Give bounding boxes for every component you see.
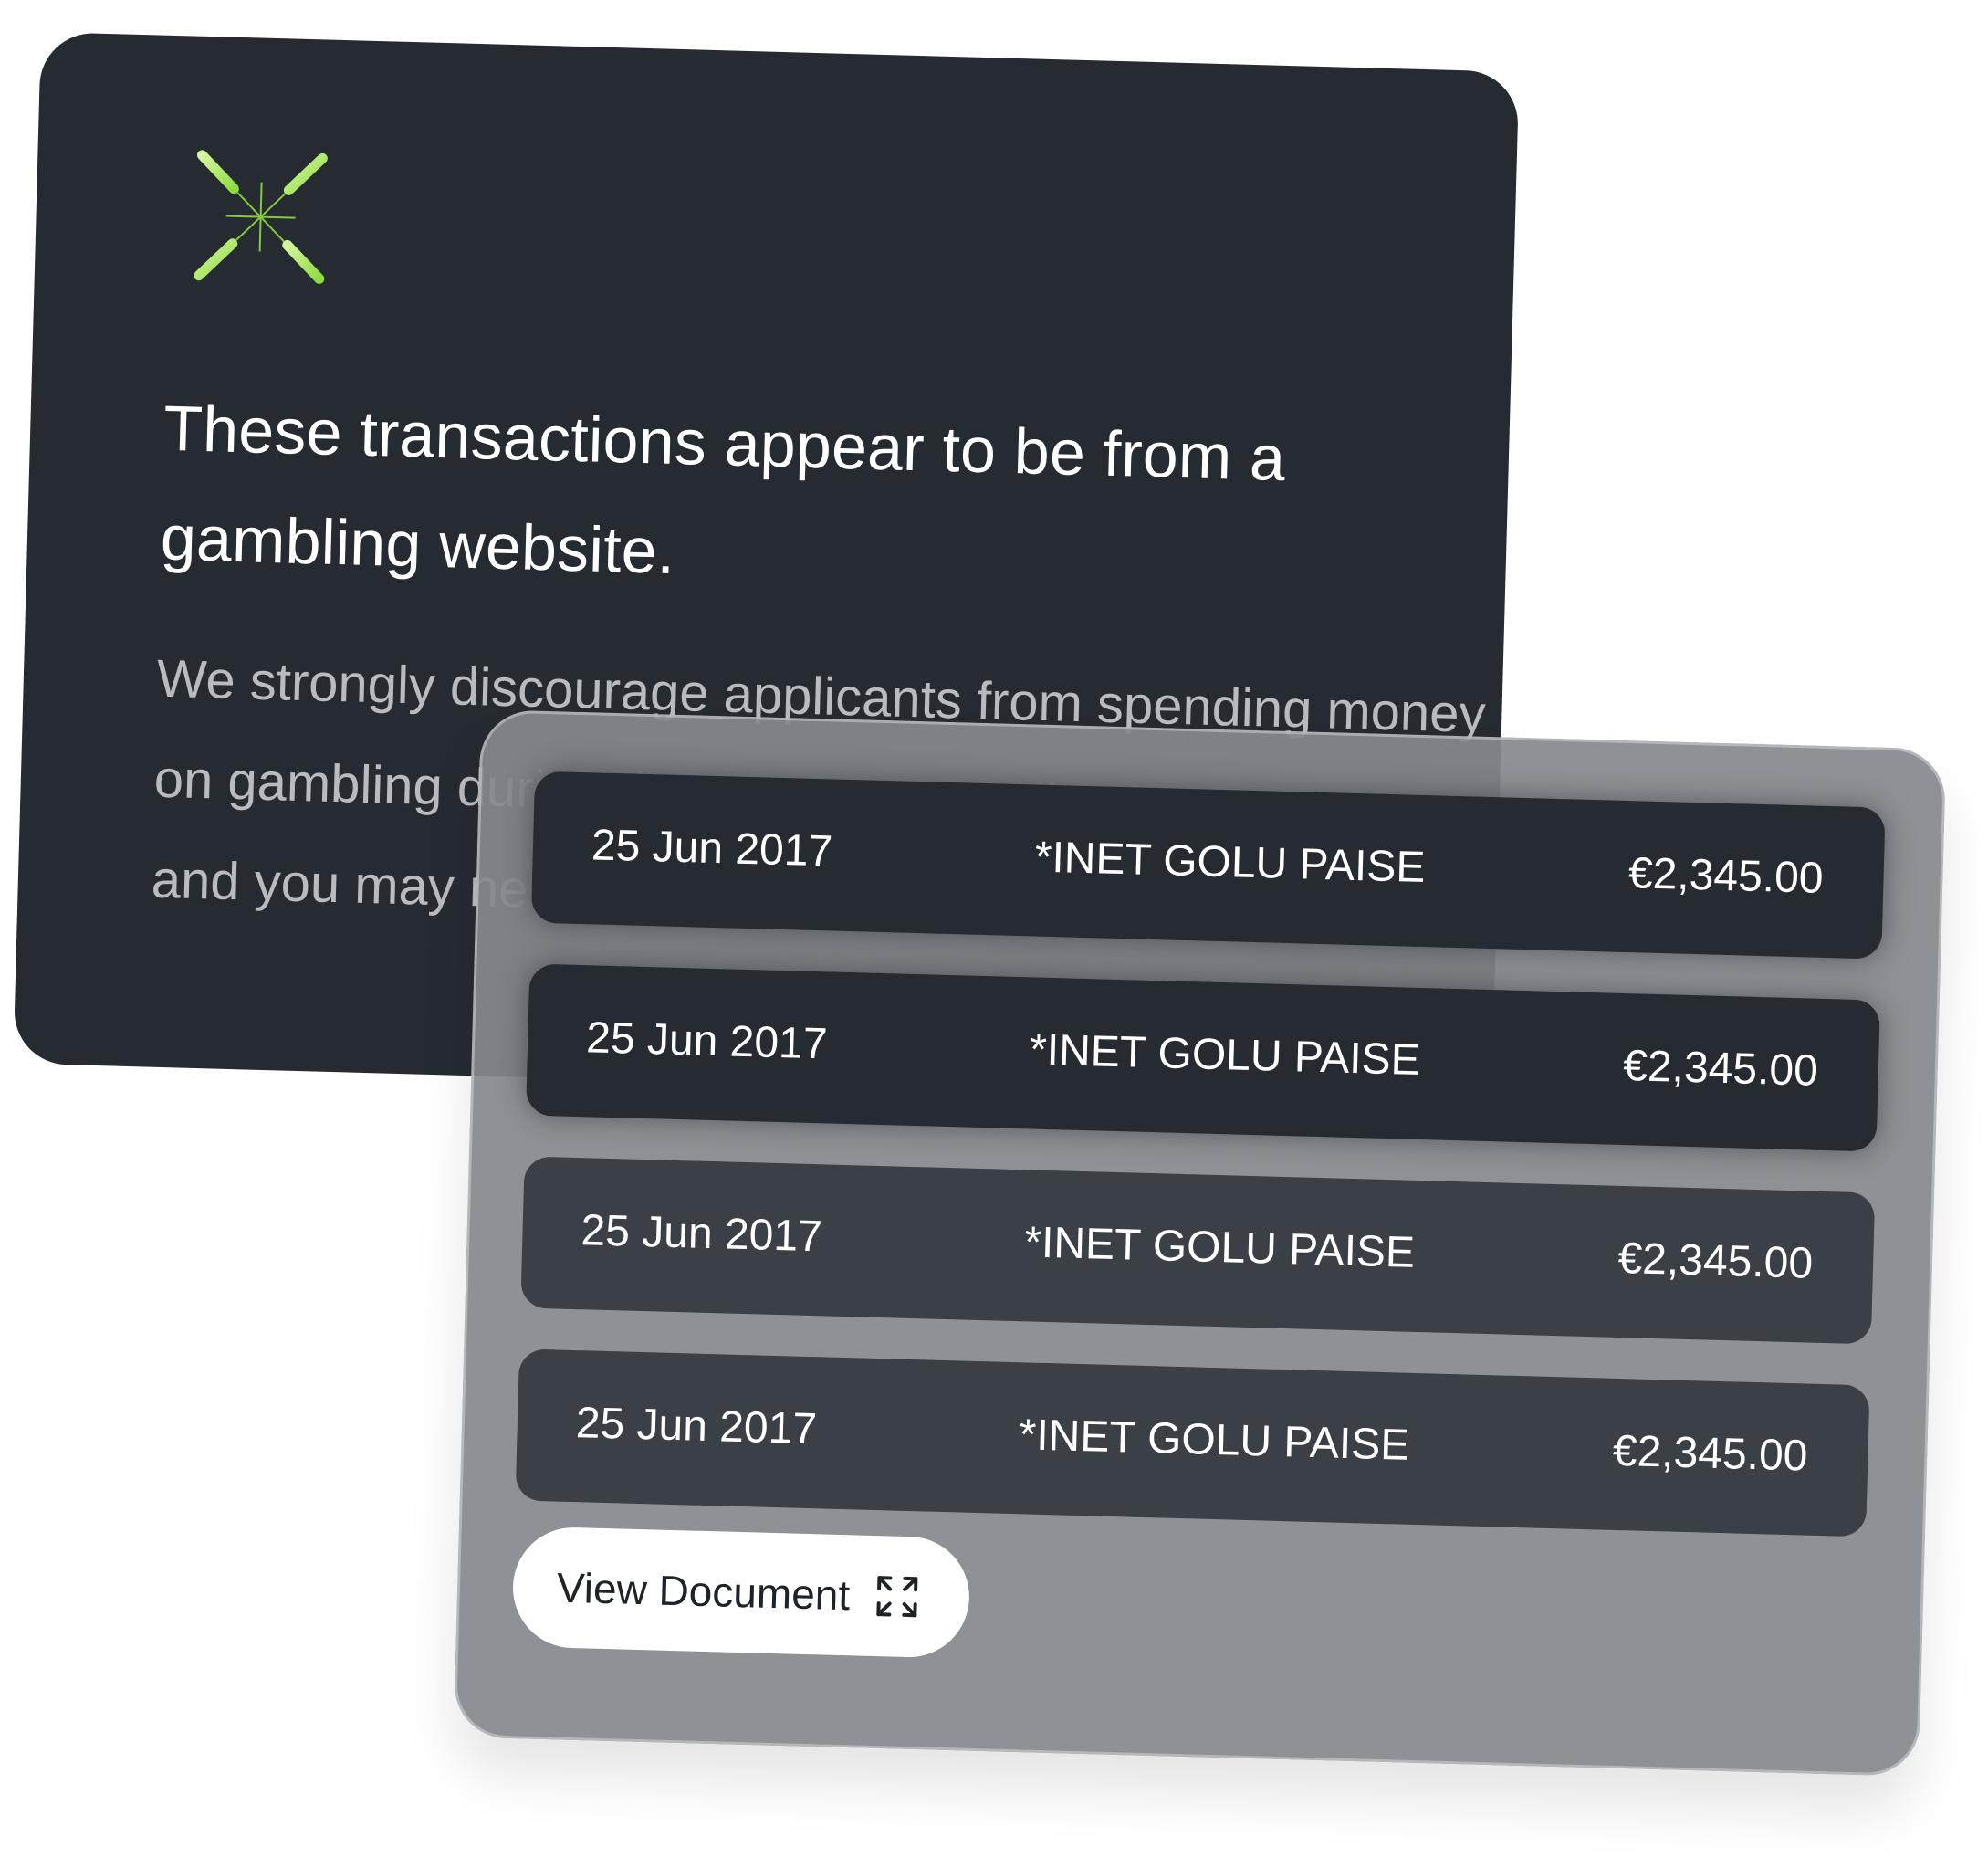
transaction-amount: €2,345.00 — [1612, 1426, 1809, 1481]
table-row: 25 Jun 2017 *INET GOLU PAISE €2,345.00 — [520, 1156, 1876, 1345]
transaction-amount: €2,345.00 — [1627, 849, 1825, 903]
view-document-button[interactable]: View Document — [511, 1526, 971, 1659]
transaction-date: 25 Jun 2017 — [575, 1399, 818, 1454]
transaction-list: 25 Jun 2017 *INET GOLU PAISE €2,345.00 2… — [514, 771, 1886, 1579]
stage: These transactions appear to be from a g… — [0, 0, 1988, 1868]
transaction-merchant: *INET GOLU PAISE — [1019, 1411, 1410, 1470]
transaction-date: 25 Jun 2017 — [580, 1206, 823, 1262]
transaction-amount: €2,345.00 — [1622, 1042, 1819, 1096]
bank-statement-panel: 25 Jun 2017 *INET GOLU PAISE €2,345.00 2… — [453, 709, 1947, 1778]
table-row: 25 Jun 2017 *INET GOLU PAISE €2,345.00 — [525, 963, 1880, 1152]
alert-title: These transactions appear to be from a g… — [160, 392, 1287, 587]
expand-icon — [876, 1576, 918, 1618]
transaction-date: 25 Jun 2017 — [591, 821, 833, 876]
table-row: 25 Jun 2017 *INET GOLU PAISE €2,345.00 — [530, 771, 1886, 960]
transaction-merchant: *INET GOLU PAISE — [1023, 1218, 1416, 1277]
table-row: 25 Jun 2017 *INET GOLU PAISE €2,345.00 — [515, 1349, 1870, 1537]
view-document-label: View Document — [556, 1563, 851, 1620]
transaction-merchant: *INET GOLU PAISE — [1029, 1025, 1421, 1085]
transaction-amount: €2,345.00 — [1617, 1233, 1814, 1288]
transaction-merchant: *INET GOLU PAISE — [1034, 833, 1427, 893]
sparkle-burst-icon — [172, 128, 351, 307]
transaction-date: 25 Jun 2017 — [585, 1013, 829, 1069]
